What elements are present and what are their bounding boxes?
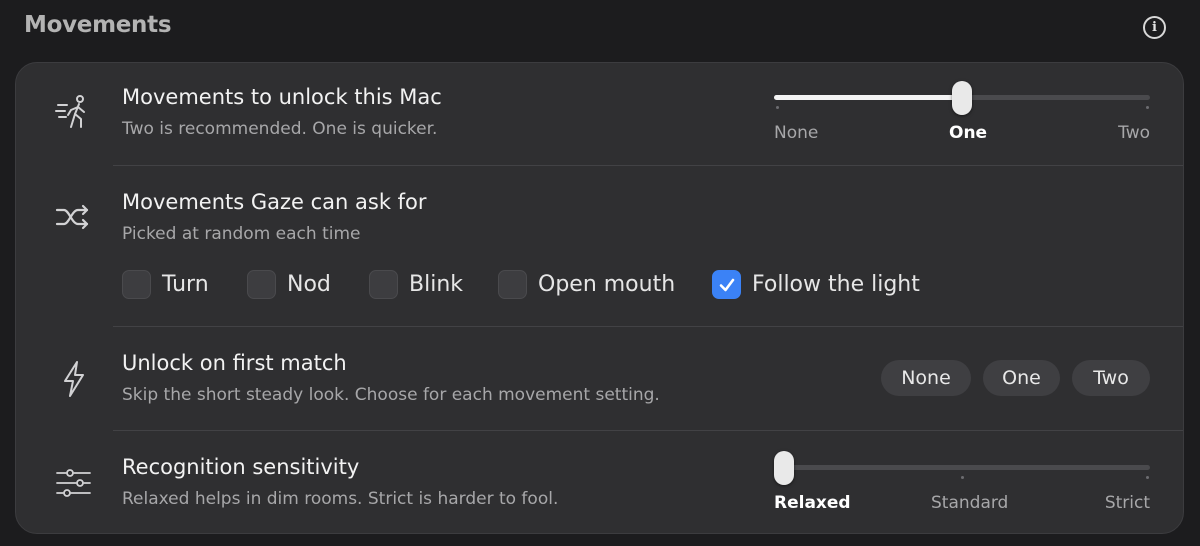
checkmark-icon xyxy=(719,278,734,291)
checkbox-box[interactable] xyxy=(498,270,527,299)
slider-knob[interactable] xyxy=(774,451,794,485)
checkbox-box[interactable] xyxy=(712,270,741,299)
slider-label-one[interactable]: One xyxy=(949,123,987,143)
settings-card: Movements to unlock this Mac Two is reco… xyxy=(15,62,1184,534)
first-match-one-button[interactable]: One xyxy=(983,360,1060,396)
checkbox-follow-the-light[interactable]: Follow the light xyxy=(712,270,920,299)
first-match-title: Unlock on first match xyxy=(122,351,347,375)
section-title: Movements xyxy=(24,12,172,38)
checkbox-label: Turn xyxy=(162,272,209,297)
person-walking-icon xyxy=(55,95,85,128)
divider xyxy=(113,326,1183,327)
shuffle-icon xyxy=(55,204,89,230)
checkbox-open-mouth[interactable]: Open mouth xyxy=(498,270,675,299)
checkbox-turn[interactable]: Turn xyxy=(122,270,209,299)
divider xyxy=(113,165,1183,166)
unlock-movements-subtitle: Two is recommended. One is quicker. xyxy=(122,119,438,139)
unlock-movements-title: Movements to unlock this Mac xyxy=(122,85,442,109)
checkbox-nod[interactable]: Nod xyxy=(247,270,331,299)
sensitivity-subtitle: Relaxed helps in dim rooms. Strict is ha… xyxy=(122,489,559,509)
slider-knob[interactable] xyxy=(952,81,972,115)
slider-label-none[interactable]: None xyxy=(774,123,818,143)
slider-tick xyxy=(961,476,964,479)
gaze-movements-title: Movements Gaze can ask for xyxy=(122,190,427,214)
slider-label-two[interactable]: Two xyxy=(1118,123,1150,143)
sensitivity-title: Recognition sensitivity xyxy=(122,455,360,479)
sliders-icon xyxy=(56,469,91,497)
divider xyxy=(113,430,1183,431)
checkbox-box[interactable] xyxy=(369,270,398,299)
slider-fill xyxy=(774,95,962,100)
checkbox-blink[interactable]: Blink xyxy=(369,270,463,299)
checkbox-label: Open mouth xyxy=(538,272,676,297)
gaze-movements-subtitle: Picked at random each time xyxy=(122,224,361,244)
slider-tick xyxy=(1146,106,1149,109)
info-icon: i xyxy=(1152,20,1157,35)
slider-label-strict[interactable]: Strict xyxy=(1105,493,1150,513)
slider-track[interactable] xyxy=(774,465,1150,470)
unlock-movements-slider[interactable]: None One Two xyxy=(774,81,1150,146)
slider-tick xyxy=(1146,476,1149,479)
bolt-icon xyxy=(64,361,84,397)
checkbox-box[interactable] xyxy=(122,270,151,299)
first-match-none-button[interactable]: None xyxy=(881,360,971,396)
slider-label-relaxed[interactable]: Relaxed xyxy=(774,493,851,513)
checkbox-label: Follow the light xyxy=(752,272,920,297)
info-button[interactable]: i xyxy=(1143,16,1166,39)
first-match-two-button[interactable]: Two xyxy=(1072,360,1150,396)
slider-label-standard[interactable]: Standard xyxy=(931,493,1008,513)
checkbox-label: Nod xyxy=(287,272,331,297)
sensitivity-slider[interactable]: Relaxed Standard Strict xyxy=(774,451,1150,516)
slider-tick xyxy=(776,106,779,109)
checkbox-box[interactable] xyxy=(247,270,276,299)
checkbox-label: Blink xyxy=(409,272,464,297)
first-match-subtitle: Skip the short steady look. Choose for e… xyxy=(122,385,660,405)
